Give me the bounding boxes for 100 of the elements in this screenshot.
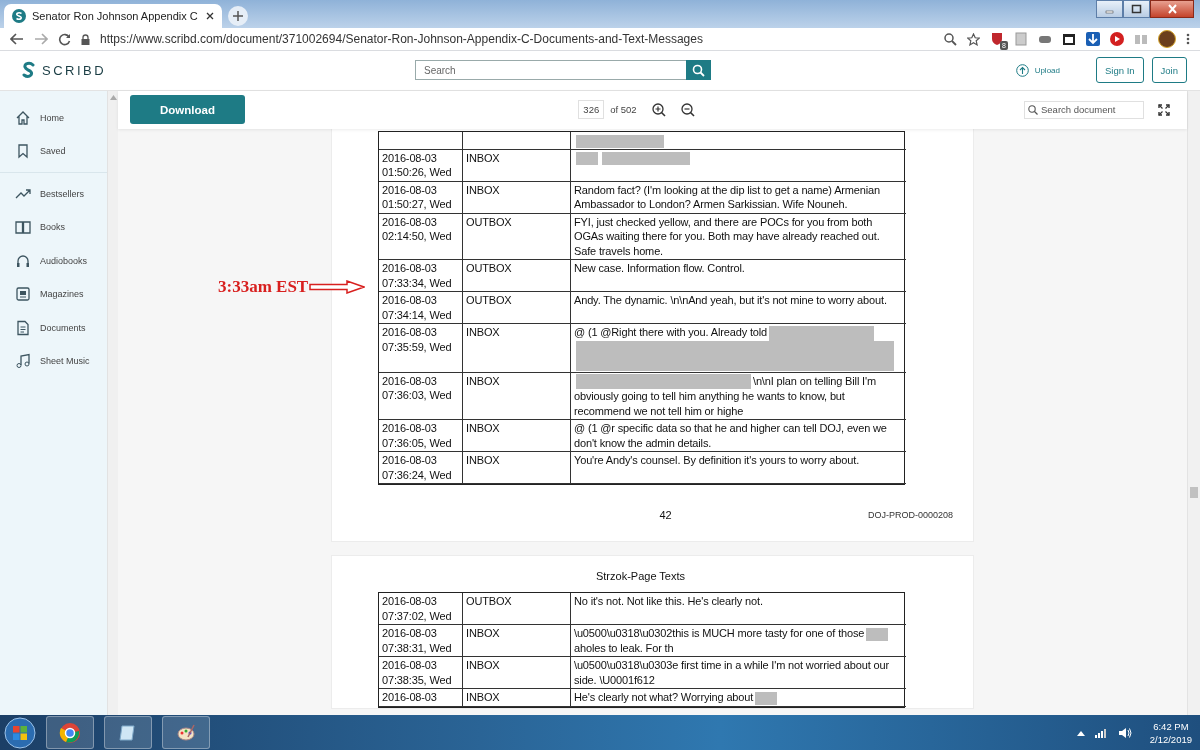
menu-icon[interactable]: [1186, 32, 1190, 46]
sidebar-item[interactable]: Bestsellers: [40, 188, 84, 199]
reload-icon[interactable]: [58, 32, 71, 46]
scribd-logo-icon: [12, 9, 26, 23]
timestamp-text: 2016-08-03 07:37:02, Wed: [382, 595, 452, 622]
message-text: You're Andy's counsel. By definition it's yours to worry about.: [574, 454, 860, 467]
redaction-box: [755, 691, 778, 705]
timestamp-text: 2016-08-03 01:50:27, Wed: [382, 183, 452, 211]
minimize-button[interactable]: [1096, 0, 1123, 18]
avatar[interactable]: [1158, 30, 1176, 48]
folder-text: INBOX: [466, 454, 500, 467]
signal-icon[interactable]: [1094, 727, 1109, 738]
maximize-icon: [1131, 4, 1142, 14]
bookmark-icon: [15, 143, 31, 160]
annotation-text: 3:33am EST: [218, 276, 309, 297]
maximize-button[interactable]: [1123, 0, 1150, 18]
message-text: \n\nI plan on telling Bill I'm: [753, 374, 876, 387]
book-icon: [15, 219, 31, 236]
upload-link[interactable]: Upload: [1034, 65, 1060, 75]
taskbar-app[interactable]: [162, 716, 210, 749]
search-field[interactable]: Search: [415, 60, 686, 81]
clock-time[interactable]: 6:42 PM: [1153, 719, 1189, 733]
folder-text: OUTBOX: [466, 262, 512, 275]
sidebar-item[interactable]: Home: [40, 112, 64, 123]
timestamp-text: 2016-08-03 07:34:14, Wed: [382, 294, 452, 321]
search-document-field[interactable]: Search document: [1024, 100, 1144, 119]
show-hidden-icon[interactable]: [1076, 729, 1085, 736]
sidebar-item[interactable]: Documents: [40, 322, 86, 333]
timestamp-text: 2016-08-03 02:14:50, Wed: [382, 215, 452, 243]
document-id: DOJ-PROD-0000208: [867, 510, 953, 521]
document-icon: [15, 319, 31, 336]
calendar-icon[interactable]: [1062, 32, 1076, 46]
folder-text: INBOX: [466, 659, 500, 672]
fullscreen-icon[interactable]: [1158, 103, 1170, 116]
timestamp-text: 2016-08-03 07:36:05, Wed: [382, 422, 452, 449]
search-icon: [1028, 104, 1038, 115]
download-button[interactable]: Download: [130, 95, 245, 125]
folder-text: INBOX: [466, 422, 500, 435]
sidebar-item[interactable]: Magazines: [40, 289, 84, 300]
message-text: New case. Information flow. Control.: [574, 262, 745, 275]
sign-in-button[interactable]: Sign In: [1096, 57, 1144, 84]
logo-text: SCRIBD: [42, 62, 107, 78]
timestamp-text: 2016-08-03 07:38:31, Wed: [382, 627, 452, 654]
message-text: Andy. The dynamic. \n\nAnd yeah, but it's not mine to worry about.: [574, 294, 887, 307]
sidebar-item[interactable]: Books: [40, 222, 65, 233]
lock-icon: [81, 33, 90, 45]
magazine-icon: [15, 286, 31, 303]
zoom-in-icon[interactable]: [651, 102, 666, 117]
search-button[interactable]: [686, 60, 711, 81]
folder-text: INBOX: [466, 151, 500, 164]
message-text: FYI, just checked yellow, and there are POCs for you from both OGAs waiting there for you. Both may have already reached out. Safe travels home.: [574, 215, 880, 257]
headphones-icon: [15, 252, 31, 269]
message-text: @ (1 @r specific data so that he and higher can tell DOJ, even we don't know the admin details.: [574, 422, 887, 449]
message-text: aholes to leak. For th: [574, 641, 674, 654]
timestamp-text: 2016-08-03 07:36:24, Wed: [382, 454, 452, 481]
folder-text: INBOX: [466, 691, 500, 704]
timestamp-text: 2016-08-03: [382, 691, 437, 704]
folder-text: OUTBOX: [466, 595, 512, 608]
folder-text: OUTBOX: [466, 215, 512, 228]
sidebar-item[interactable]: Sheet Music: [40, 356, 90, 367]
url-field[interactable]: https://www.scribd.com/document/371002694/Senator-Ron-Johnson-Appendix-C-Documents-and-Text-Messages: [100, 32, 703, 46]
close-button[interactable]: [1150, 0, 1194, 18]
folder-text: OUTBOX: [466, 294, 512, 307]
page-title: Strzok-Page Texts: [594, 570, 687, 583]
taskbar-app[interactable]: [104, 716, 152, 749]
new-tab-button[interactable]: [228, 6, 248, 26]
sidebar-item[interactable]: Audiobooks: [40, 255, 88, 266]
folder-text: INBOX: [466, 326, 500, 339]
music-note-icon: [15, 353, 31, 370]
sidebar-item[interactable]: Saved: [40, 146, 66, 157]
timestamp-text: 2016-08-03 01:50:26, Wed: [382, 151, 452, 179]
message-text: \u0500\u0318\u0303e first time in a while I'm not worried about our side. \U0001f612: [574, 659, 889, 686]
scrollbar-thumb[interactable]: [1190, 486, 1198, 498]
close-icon[interactable]: [206, 12, 214, 20]
page-number-field[interactable]: 326: [578, 100, 605, 120]
play-icon[interactable]: [1110, 32, 1124, 46]
search-icon: [692, 63, 705, 77]
start-button-icon[interactable]: [4, 716, 36, 749]
clock-date[interactable]: 2/12/2019: [1149, 732, 1192, 746]
message-text: \u0500\u0318\u0302this is MUCH more tasty for one of those: [574, 627, 865, 640]
redaction-box: [576, 152, 598, 166]
back-icon[interactable]: [10, 33, 24, 45]
message-text: obviously going to tell him anything he wants to know, but recommend we not tell him or highe: [574, 389, 846, 419]
shield-icon[interactable]: [990, 32, 1004, 46]
speaker-icon[interactable]: [1118, 726, 1132, 739]
timestamp-text: 2016-08-03 07:33:34, Wed: [382, 262, 452, 289]
zoom-out-icon[interactable]: [680, 102, 695, 117]
zoom-icon[interactable]: [944, 32, 957, 46]
browser-icon: [59, 721, 81, 744]
star-icon[interactable]: [967, 32, 980, 46]
scribd-logo-icon: [22, 61, 36, 80]
message-text: No it's not. Not like this. He's clearly not.: [574, 595, 763, 608]
folder-text: INBOX: [466, 183, 500, 196]
upload-icon[interactable]: [1015, 63, 1029, 77]
notepad-icon: [118, 722, 138, 743]
taskbar-app[interactable]: [46, 716, 94, 749]
plus-icon: [233, 11, 243, 21]
download-icon[interactable]: [1086, 32, 1100, 46]
browser-tab[interactable]: Senator Ron Johnson Appendix C: [4, 4, 222, 28]
join-button[interactable]: Join: [1151, 57, 1187, 84]
